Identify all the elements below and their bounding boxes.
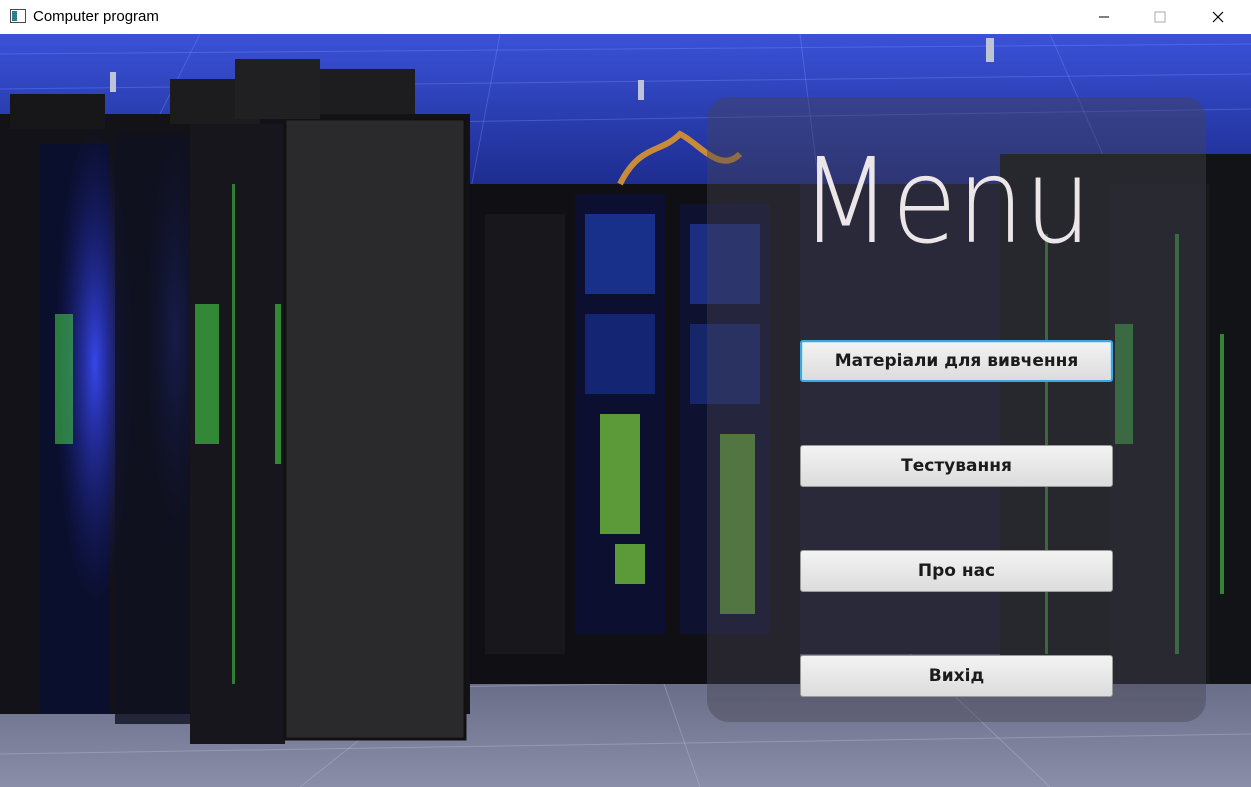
title-bar: Computer program [0,0,1251,34]
about-us-button[interactable]: Про нас [800,550,1113,592]
minimize-button[interactable] [1075,0,1133,34]
close-icon [1212,11,1224,23]
app-window-icon [10,9,26,23]
maximize-button[interactable] [1131,0,1189,34]
study-materials-button[interactable]: Матеріали для вивчення [800,340,1113,382]
window-title: Computer program [33,8,159,25]
minimize-icon [1099,16,1109,18]
menu-title: Menu [800,132,1092,270]
maximize-icon [1154,11,1166,23]
exit-button[interactable]: Вихід [800,655,1113,697]
close-button[interactable] [1189,0,1247,34]
testing-button[interactable]: Тестування [800,445,1113,487]
